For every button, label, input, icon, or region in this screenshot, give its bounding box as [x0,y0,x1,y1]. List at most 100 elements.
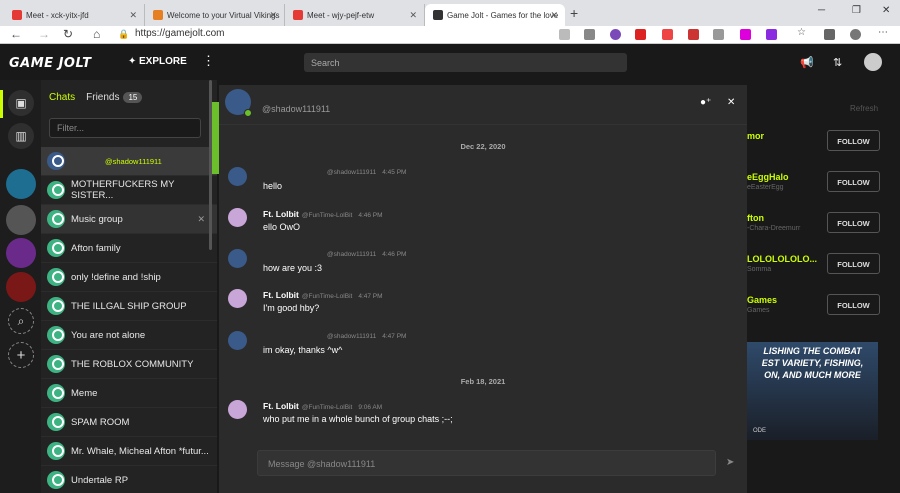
browser-tab-2[interactable]: Welcome to your Virtual Vikings ✕ [145,4,285,26]
close-chat-icon[interactable]: ✕ [727,97,735,108]
browser-tab-1[interactable]: Meet - xck-yitx-jfd ✕ [4,4,145,26]
community-avatar[interactable] [6,169,36,199]
group-icon [47,297,65,315]
friends-icon[interactable]: ⇅ [833,56,842,69]
megaphone-icon[interactable]: 📢 [800,56,814,69]
tab-label: Meet - xck-yitx-jfd [26,10,89,20]
follow-button[interactable]: FOLLOW [827,130,880,151]
suggestion-name[interactable]: fton [747,213,764,223]
message-author[interactable]: Ft. Lolbit @FunTime-LolBit 4:47 PM [263,290,383,300]
conversation-user[interactable]: @shadow111911 [262,104,330,114]
room-item[interactable]: THE ILLGAL SHIP GROUP [41,292,217,321]
permission-icon[interactable] [559,29,570,40]
message-time: 4:46 PM [358,212,383,219]
message-avatar[interactable] [228,208,247,227]
follow-button[interactable]: FOLLOW [827,253,880,274]
extension-icon[interactable] [713,29,724,40]
minimize-icon[interactable]: ─ [818,5,825,16]
suggestion-name[interactable]: mor [747,131,764,141]
add-member-icon[interactable]: ●⁺ [700,97,711,108]
message-avatar[interactable] [228,400,247,419]
favorites-icon[interactable]: ☆ [797,27,808,38]
message-author[interactable]: Ft. Lolbit @FunTime-LolBit 9:06 AM [263,401,382,411]
extension-icon[interactable] [635,29,646,40]
message-avatar[interactable] [228,289,247,308]
message-avatar[interactable] [228,167,247,186]
window-close-icon[interactable]: ✕ [882,5,890,16]
collections-icon[interactable] [824,29,835,40]
browser-tab-4[interactable]: Game Jolt - Games for the love ✕ [425,4,565,26]
room-item[interactable]: Music group ✕ [41,205,217,234]
extension-icon[interactable] [766,29,777,40]
room-item[interactable]: Mr. Whale, Micheal Afton *futur... [41,437,217,466]
dm-item[interactable]: @shadow111911 [41,147,217,176]
url-field[interactable]: https://gamejolt.com [135,28,224,39]
room-label: Afton family [71,242,121,254]
extension-icon[interactable] [740,29,751,40]
explore-link[interactable]: EXPLORE [139,56,187,67]
tab-friends[interactable]: Friends 15 [86,92,143,103]
browser-tab-3[interactable]: Meet - wjy-pejf-etw ✕ [285,4,425,26]
close-icon[interactable]: ✕ [129,10,137,21]
room-item[interactable]: THE ROBLOX COMMUNITY [41,350,217,379]
refresh-link[interactable]: Refresh [850,104,878,113]
send-icon[interactable]: ➤ [726,457,734,468]
add-icon[interactable]: + [8,342,34,368]
leave-room-icon[interactable]: ✕ [197,214,205,225]
message-author[interactable]: Ft. Lolbit @FunTime-LolBit 4:46 PM [263,209,383,219]
suggestion-name[interactable]: eEggHalo [747,172,789,182]
room-item[interactable]: MOTHERFUCKERS MY SISTER... [41,176,217,205]
search-icon[interactable]: ⌕ [8,308,34,334]
tab-chats[interactable]: Chats [49,92,75,103]
search-input[interactable]: Search [304,53,627,72]
new-tab-button[interactable]: + [570,5,578,21]
back-icon[interactable]: ← [10,27,22,41]
game-banner[interactable]: LISHING THE COMBAT EST VARIETY, FISHING,… [747,342,878,440]
forward-icon[interactable]: → [38,27,50,41]
home-icon[interactable]: ⌂ [93,27,100,41]
profile-icon[interactable] [850,29,861,40]
extension-icon[interactable] [584,29,595,40]
filter-input[interactable]: Filter... [49,118,201,138]
extension-icon[interactable] [688,29,699,40]
message-avatar[interactable] [228,249,247,268]
group-icon [47,181,65,199]
author-name: Ft. Lolbit [263,209,299,219]
message-text: I'm good hby? [263,303,320,313]
room-item[interactable]: Afton family [41,234,217,263]
close-icon[interactable]: ✕ [550,10,558,21]
room-item[interactable]: You are not alone [41,321,217,350]
community-avatar[interactable] [6,205,36,235]
follow-button[interactable]: FOLLOW [827,294,880,315]
more-menu-icon[interactable]: ⋮ [202,53,215,69]
room-item[interactable]: SPAM ROOM [41,408,217,437]
lock-icon[interactable]: 🔒 [118,29,129,40]
message-text: im okay, thanks ^w^ [263,345,343,355]
user-avatar[interactable] [864,53,882,71]
suggestion-name[interactable]: Games [747,295,777,305]
message-time: 4:47 PM [358,293,383,300]
message-meta: @shadow111911 4:46 PM [327,251,406,258]
maximize-icon[interactable]: ❐ [852,5,861,16]
room-item[interactable]: only !define and !ship [41,263,217,292]
room-item[interactable]: Undertale RP [41,466,217,493]
library-icon[interactable]: ▥ [8,123,34,149]
group-icon [47,210,65,228]
message-avatar[interactable] [228,331,247,350]
follow-button[interactable]: FOLLOW [827,212,880,233]
follow-button[interactable]: FOLLOW [827,171,880,192]
chat-icon[interactable]: ▣ [8,90,34,116]
community-avatar[interactable] [6,272,36,302]
close-icon[interactable]: ✕ [409,10,417,21]
suggestion-name[interactable]: LOLOLOLOLO... [747,254,817,264]
menu-icon[interactable]: ⋯ [878,27,889,38]
close-icon[interactable]: ✕ [269,10,277,21]
extension-icon[interactable] [662,29,673,40]
extension-icon[interactable] [610,29,621,40]
author-name: Ft. Lolbit [263,290,299,300]
gamejolt-logo[interactable]: GAME JOLT [9,56,91,71]
reload-icon[interactable]: ↻ [63,27,73,41]
room-item[interactable]: Meme [41,379,217,408]
community-avatar[interactable] [6,238,36,268]
message-input[interactable]: Message @shadow111911 [257,450,716,476]
